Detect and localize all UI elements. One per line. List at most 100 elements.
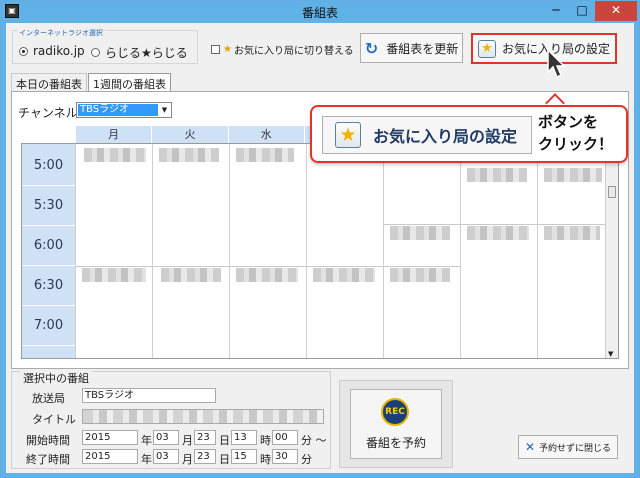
program-block[interactable] xyxy=(236,268,298,282)
refresh-label: 番組表を更新 xyxy=(386,41,459,56)
station-label: 放送局 xyxy=(32,392,65,405)
divider xyxy=(538,224,608,225)
divider xyxy=(153,266,229,267)
chevron-down-icon[interactable]: ▼ xyxy=(159,104,170,116)
year-unit: 年 xyxy=(141,434,152,447)
callout-text-line1: ボタンを xyxy=(538,113,599,131)
selected-program-legend: 選択中の番組 xyxy=(20,370,92,386)
tab-strip: 本日の番組表 1週間の番組表 xyxy=(11,73,172,93)
close-without-reserving-button[interactable]: ✕ 予約せずに閉じる xyxy=(518,435,618,459)
favorite-toggle-label: お気に入り局に切り替える xyxy=(233,46,354,57)
title-label: タイトル xyxy=(32,413,76,426)
vertical-scrollbar[interactable]: ▼ xyxy=(605,144,618,358)
start-month-field[interactable]: 03 xyxy=(153,430,179,445)
divider xyxy=(384,266,460,267)
program-block[interactable] xyxy=(236,148,294,162)
tab-week[interactable]: 1週間の番組表 xyxy=(88,73,171,93)
refresh-schedule-button[interactable]: ↻ 番組表を更新 xyxy=(360,33,463,63)
program-block[interactable] xyxy=(467,168,527,182)
day-column xyxy=(383,144,460,358)
time-column: 5:00 5:30 6:00 6:30 7:00 xyxy=(22,144,75,358)
app-window: ▣ 番組表 ─ □ ✕ インターネットラジオ選択 radiko.jp らじる★ら… xyxy=(0,0,640,478)
divider xyxy=(461,224,537,225)
radio-dot-icon[interactable] xyxy=(91,48,100,57)
close-window-button[interactable]: ✕ xyxy=(595,1,637,21)
channel-value: TBSラジオ xyxy=(78,104,158,116)
start-hour-field[interactable]: 13 xyxy=(231,430,257,445)
source-radio-group: インターネットラジオ選択 radiko.jp らじる★らじる xyxy=(12,28,198,64)
program-block[interactable] xyxy=(313,268,375,282)
time-slot: 5:00 xyxy=(22,146,75,186)
program-block[interactable] xyxy=(544,168,602,182)
close-without-reserving-label: 予約せずに閉じる xyxy=(539,443,612,454)
radio-dot-icon[interactable] xyxy=(19,46,28,56)
minute-unit: 分 xyxy=(301,453,312,466)
day-column xyxy=(152,144,229,358)
start-year-field[interactable]: 2015 xyxy=(82,430,138,445)
program-block[interactable] xyxy=(544,226,600,240)
schedule-grid: 5:00 5:30 6:00 6:30 7:00 ▼ xyxy=(21,143,619,359)
divider xyxy=(230,266,306,267)
day-header-tue: 火 xyxy=(152,126,229,143)
program-block[interactable] xyxy=(161,268,221,282)
scroll-down-icon[interactable]: ▼ xyxy=(608,350,613,358)
favorite-settings-button[interactable]: ★ お気に入り局の設定 xyxy=(471,33,617,64)
tutorial-callout: ★ お気に入り局の設定 ボタンを クリック！ xyxy=(310,105,628,163)
title-bar[interactable]: ▣ 番組表 ─ □ ✕ xyxy=(1,1,639,23)
title-field[interactable] xyxy=(82,409,324,424)
divider xyxy=(384,224,460,225)
day-column xyxy=(306,144,383,358)
minute-unit-tilde: 分 ～ xyxy=(301,434,327,447)
star-icon: ★ xyxy=(335,122,361,148)
reserve-label: 番組を予約 xyxy=(365,436,426,450)
end-time-label: 終了時間 xyxy=(26,453,70,466)
favorite-toggle-checkbox[interactable]: ★ お気に入り局に切り替える xyxy=(211,42,354,57)
reserve-program-button[interactable]: REC 番組を予約 xyxy=(339,380,453,468)
station-field[interactable]: TBSラジオ xyxy=(82,388,216,403)
reserve-button-face[interactable]: REC 番組を予約 xyxy=(350,389,442,459)
time-slot: 7:00 xyxy=(22,306,75,346)
program-block[interactable] xyxy=(390,268,450,282)
day-header-wed: 水 xyxy=(228,126,305,143)
end-minute-field[interactable]: 30 xyxy=(272,449,298,464)
start-day-field[interactable]: 23 xyxy=(194,430,216,445)
day-column xyxy=(75,144,152,358)
star-icon: ★ xyxy=(223,44,232,55)
day-column xyxy=(537,144,613,358)
program-block[interactable] xyxy=(159,148,219,162)
end-year-field[interactable]: 2015 xyxy=(82,449,138,464)
maximize-button[interactable]: □ xyxy=(569,1,595,21)
selected-program-group: 選択中の番組 放送局 TBSラジオ タイトル 開始時間 2015 年 03 月 … xyxy=(11,370,331,469)
program-block[interactable] xyxy=(82,268,146,282)
program-block[interactable] xyxy=(390,226,450,240)
program-block[interactable] xyxy=(84,148,146,162)
scroll-thumb[interactable] xyxy=(608,186,616,198)
day-column xyxy=(229,144,306,358)
program-block[interactable] xyxy=(467,226,529,240)
client-area: インターネットラジオ選択 radiko.jp らじる★らじる ★ お気に入り局に… xyxy=(6,23,634,473)
channel-select[interactable]: TBSラジオ ▼ xyxy=(76,102,172,118)
end-day-field[interactable]: 23 xyxy=(194,449,216,464)
month-unit: 月 xyxy=(182,434,193,447)
start-time-label: 開始時間 xyxy=(26,434,70,447)
time-slot: 5:30 xyxy=(22,186,75,226)
mouse-cursor-icon xyxy=(547,48,566,79)
minimize-button[interactable]: ─ xyxy=(543,1,569,21)
refresh-icon: ↻ xyxy=(364,38,379,58)
divider xyxy=(307,266,383,267)
hour-unit: 時 xyxy=(260,453,271,466)
end-hour-field[interactable]: 15 xyxy=(231,449,257,464)
end-month-field[interactable]: 03 xyxy=(153,449,179,464)
close-icon: ✕ xyxy=(524,440,536,454)
radio-radiko[interactable]: radiko.jp xyxy=(19,44,85,58)
radio-radiru[interactable]: らじる★らじる xyxy=(91,44,188,61)
hour-unit: 時 xyxy=(260,434,271,447)
radio-radiru-label: らじる★らじる xyxy=(105,46,188,60)
checkbox-icon[interactable] xyxy=(211,45,220,54)
start-minute-field[interactable]: 00 xyxy=(272,430,298,445)
day-unit: 日 xyxy=(219,453,230,466)
tab-today[interactable]: 本日の番組表 xyxy=(11,73,87,93)
callout-button-label: お気に入り局の設定 xyxy=(373,127,518,146)
callout-text: ボタンを クリック！ xyxy=(538,111,626,155)
day-unit: 日 xyxy=(219,434,230,447)
